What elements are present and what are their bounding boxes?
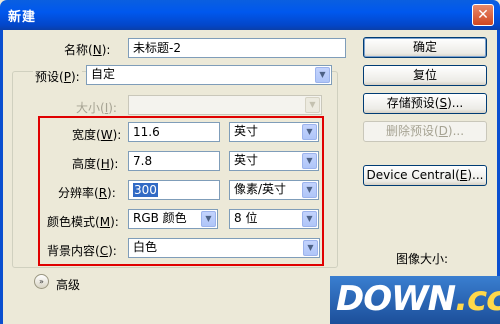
height-unit-select[interactable]: 英寸 ▼ — [229, 151, 319, 171]
preset-select[interactable]: 自定 ▼ — [86, 65, 332, 85]
resolution-label: 分辨率(R): — [58, 186, 116, 200]
preset-label: 预设(P): — [33, 68, 82, 85]
save-preset-button[interactable]: 存储预设(S)... — [363, 93, 487, 114]
advanced-label[interactable]: 高级 — [56, 276, 80, 293]
chevron-down-icon: ▼ — [303, 240, 318, 256]
bit-depth-select[interactable]: 8 位 ▼ — [229, 209, 319, 229]
chevron-down-icon: ▼ — [305, 97, 320, 113]
name-label: 名称(N): — [64, 43, 111, 57]
height-label: 高度(H): — [72, 157, 119, 171]
image-size-label: 图像大小: — [396, 252, 449, 266]
delete-preset-button: 删除预设(D)... — [363, 121, 487, 142]
reset-button[interactable]: 复位 — [363, 65, 487, 86]
color-mode-label: 颜色模式(M): — [47, 215, 119, 229]
background-label: 背景内容(C): — [47, 244, 117, 258]
resolution-unit-select[interactable]: 像素/英寸 ▼ — [229, 180, 319, 200]
chevron-down-icon: ▼ — [302, 182, 317, 198]
height-input[interactable]: 7.8 — [128, 151, 220, 171]
device-central-button[interactable]: Device Central(E)... — [363, 165, 487, 186]
width-unit-select[interactable]: 英寸 ▼ — [229, 122, 319, 142]
width-label: 宽度(W): — [72, 128, 122, 142]
chevron-double-down-icon[interactable]: » — [34, 274, 49, 289]
background-select[interactable]: 白色 ▼ — [128, 238, 320, 258]
chevron-down-icon: ▼ — [315, 67, 330, 83]
size-label: 大小(I): — [76, 101, 117, 115]
window-title: 新建 — [8, 10, 37, 25]
name-input[interactable]: 未标题-2 — [128, 38, 346, 58]
width-input[interactable]: 11.6 — [128, 122, 220, 142]
chevron-down-icon: ▼ — [302, 124, 317, 140]
chevron-down-icon: ▼ — [302, 153, 317, 169]
close-button[interactable]: ✕ — [472, 4, 494, 26]
ok-button[interactable]: 确定 — [363, 37, 487, 58]
watermark-logo: DOWN.cc — [330, 276, 500, 324]
window-frame-left — [0, 30, 3, 324]
color-mode-select[interactable]: RGB 颜色 ▼ — [128, 209, 218, 229]
resolution-input[interactable]: 300 — [128, 180, 220, 200]
title-bar[interactable]: 新建 ✕ — [0, 0, 500, 30]
close-icon: ✕ — [477, 7, 489, 23]
chevron-down-icon: ▼ — [201, 211, 216, 227]
chevron-down-icon: ▼ — [302, 211, 317, 227]
size-select: ▼ — [128, 95, 322, 115]
